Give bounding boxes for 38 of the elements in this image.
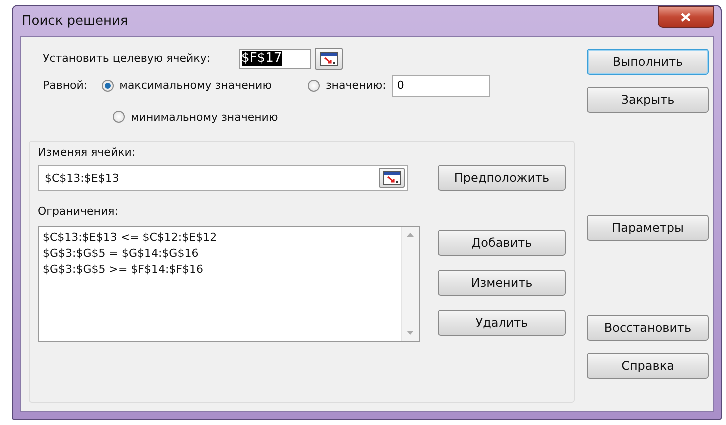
changing-cells-field[interactable]: $C$13:$E$13 xyxy=(38,165,408,191)
collapse-dialog-icon xyxy=(320,52,338,66)
action-button[interactable]: Добавить xyxy=(438,230,566,256)
list-item[interactable]: $G$3:$G$5 >= $F$14:$F$16 xyxy=(43,262,397,278)
guess-button[interactable]: Предположить xyxy=(438,165,566,191)
radio-option[interactable]: значению: xyxy=(308,79,386,92)
radio-circle[interactable] xyxy=(113,111,125,123)
dialog-button[interactable]: Закрыть xyxy=(587,87,709,113)
list-item[interactable]: $G$3:$G$5 = $G$14:$G$16 xyxy=(43,246,397,262)
scroll-down-icon[interactable] xyxy=(407,331,414,335)
collapse-button[interactable] xyxy=(314,48,343,70)
radio-option[interactable]: максимальному значению xyxy=(102,79,272,92)
dialog-button[interactable]: Восстановить xyxy=(587,315,709,341)
section-label: Изменяя ячейки: xyxy=(38,146,137,159)
window-title: Поиск решения xyxy=(21,14,128,28)
field-label: Установить целевую ячейку: xyxy=(43,52,211,65)
close-button[interactable] xyxy=(658,6,714,28)
list-item[interactable]: $C$13:$E$13 <= $C$12:$E$12 xyxy=(43,230,397,246)
close-icon xyxy=(681,12,691,22)
dialog-button[interactable]: Выполнить xyxy=(587,49,709,75)
constraints-list[interactable]: $C$13:$E$13 <= $C$12:$E$12 $G$3:$G$5 = $G$14:$G$16 $G$3:$G$5 >= $F$14:$F$16 xyxy=(38,226,420,342)
dialog-button[interactable]: Справка xyxy=(587,353,709,379)
radio-option[interactable]: минимальному значению xyxy=(113,110,278,124)
value-field[interactable]: 0 xyxy=(392,74,490,96)
scroll-up-icon[interactable] xyxy=(407,233,414,237)
section-label: Ограничения: xyxy=(38,205,120,218)
collapse-dialog-icon xyxy=(383,171,401,185)
cell-reference: $F$17 xyxy=(242,51,282,66)
field-label: Равной: xyxy=(43,79,88,92)
action-button[interactable]: Удалить xyxy=(438,310,566,336)
dialog-button[interactable]: Параметры xyxy=(587,215,709,241)
radio-circle[interactable] xyxy=(308,80,320,92)
action-button[interactable]: Изменить xyxy=(438,270,566,296)
target-cell-field[interactable]: $F$17 xyxy=(238,48,311,68)
radio-circle[interactable] xyxy=(102,80,114,92)
scrollbar[interactable] xyxy=(401,227,419,341)
collapse-button[interactable] xyxy=(379,168,405,188)
cell-range: $C$13:$E$13 xyxy=(45,172,120,184)
